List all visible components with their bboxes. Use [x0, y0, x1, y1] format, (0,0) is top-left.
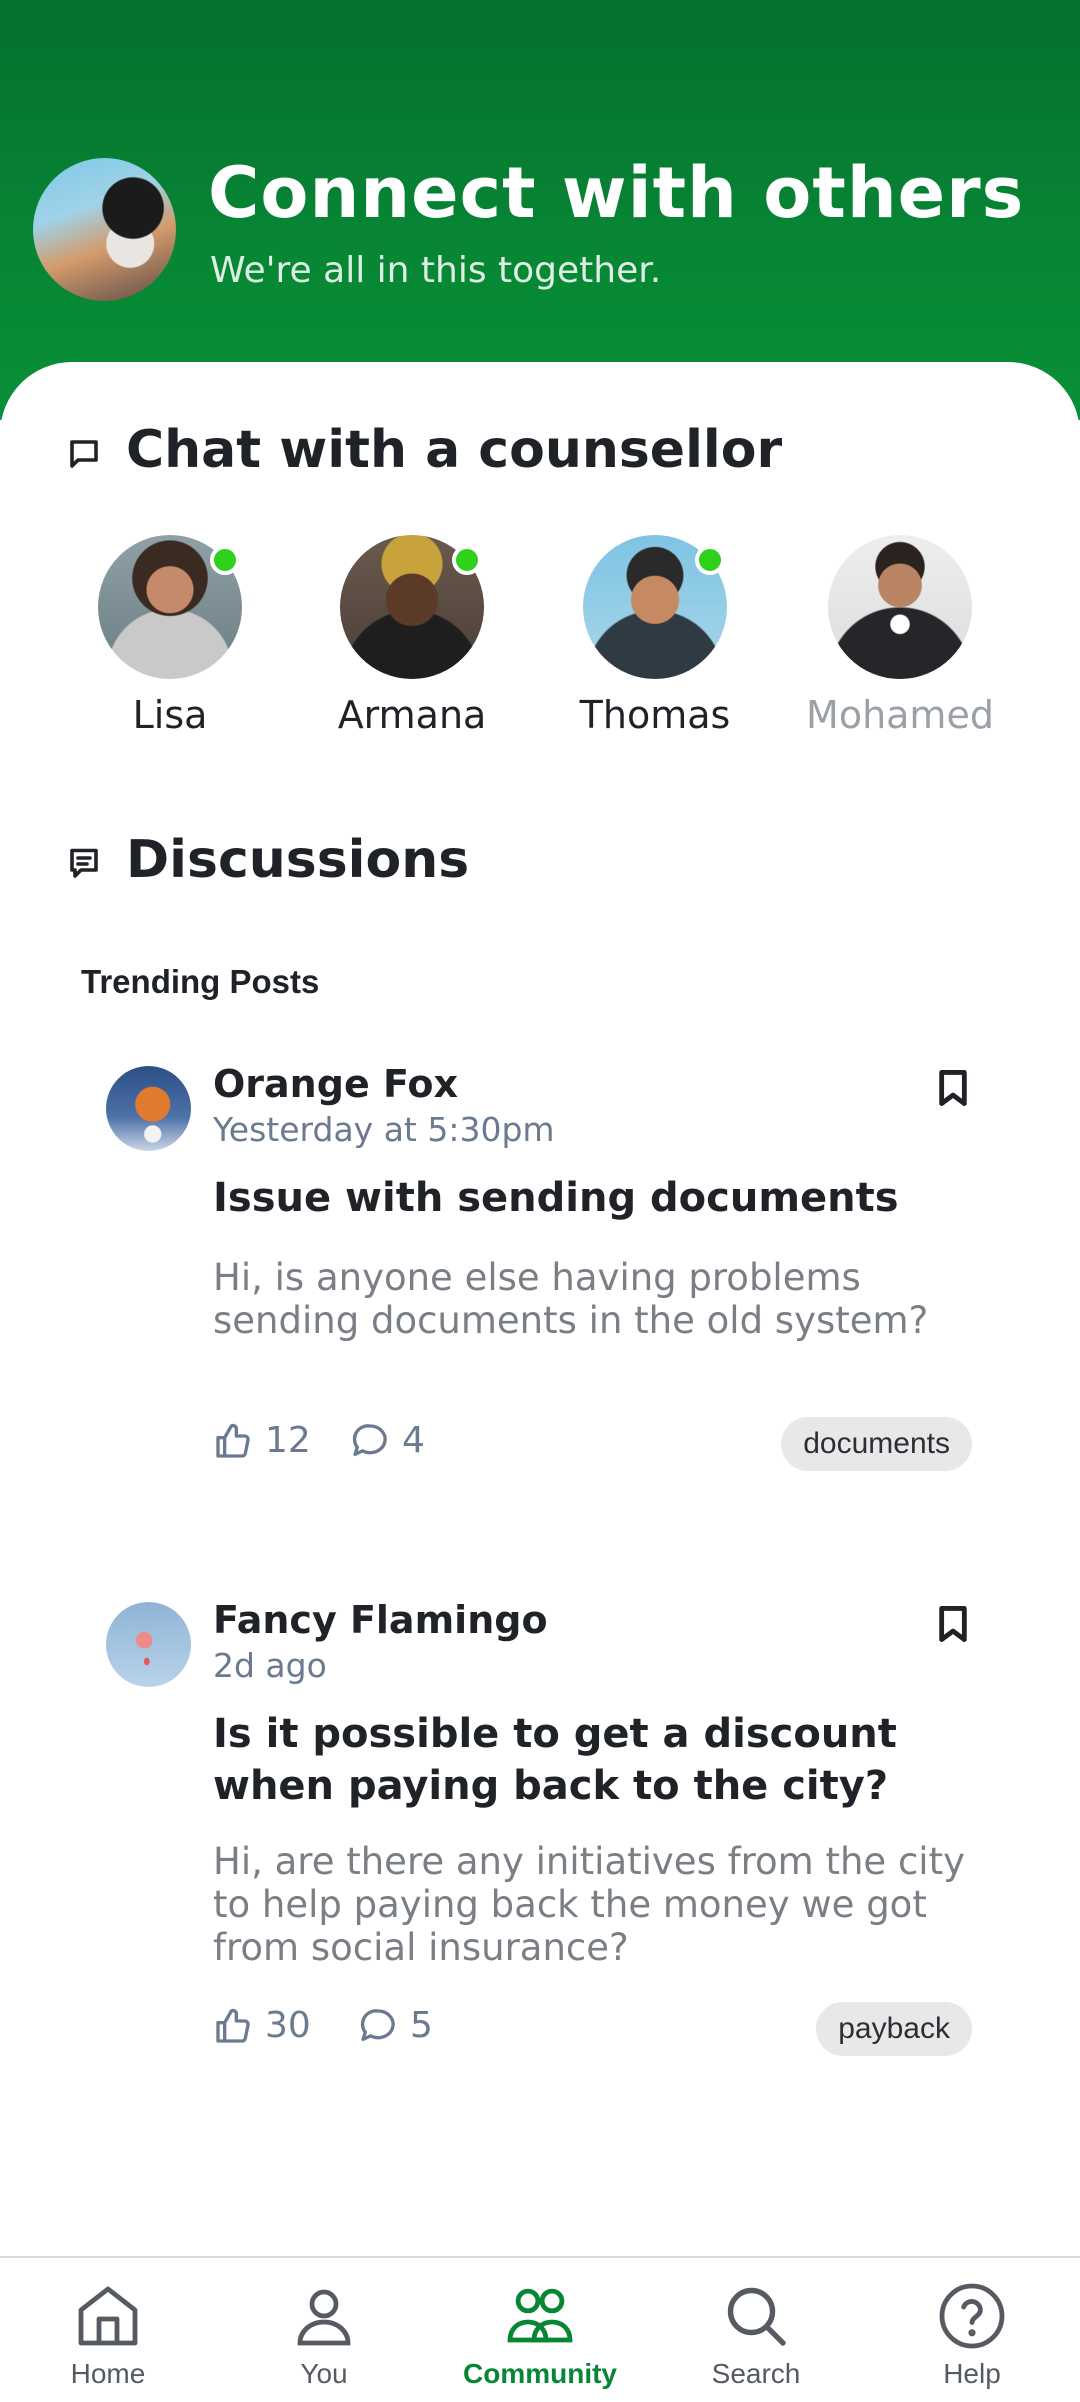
counsellor-thomas[interactable]: Thomas: [555, 535, 755, 737]
nav-you[interactable]: You: [234, 2280, 414, 2390]
counsellor-name: Armana: [337, 693, 487, 737]
like-count: 12: [265, 1420, 311, 1461]
post-body: Hi, are there any initiatives from the c…: [213, 1840, 965, 1969]
post-timestamp: Yesterday at 5:30pm: [213, 1110, 555, 1149]
post-tag[interactable]: documents: [781, 1417, 972, 1471]
counsellor-name: Thomas: [579, 693, 731, 737]
bookmark-icon[interactable]: [936, 1068, 970, 1108]
avatar: [583, 535, 727, 679]
avatar: [828, 535, 972, 679]
like-button[interactable]: 30: [213, 2005, 311, 2046]
page-title: Connect with others: [208, 152, 1025, 234]
post-author[interactable]: Fancy Flamingo: [213, 1598, 548, 1642]
comment-count: 4: [402, 1420, 425, 1461]
online-status-dot: [452, 545, 482, 575]
search-icon: [727, 2287, 786, 2346]
thumbs-up-icon: [216, 1423, 250, 1458]
comment-icon: [360, 2008, 395, 2041]
help-icon: [939, 2283, 1005, 2349]
counsellor-armana[interactable]: Armana: [312, 535, 512, 737]
home-icon: [78, 2286, 138, 2346]
counsellor-name: Lisa: [132, 693, 208, 737]
bottom-navigation: Home You Community Search Help: [0, 2256, 1080, 2402]
nav-label: You: [300, 2358, 348, 2389]
post-title[interactable]: Issue with sending documents: [213, 1172, 993, 1224]
like-count: 30: [265, 2005, 311, 2046]
nav-home[interactable]: Home: [18, 2280, 198, 2390]
counsellor-section-title: Chat with a counsellor: [126, 420, 783, 480]
comment-button[interactable]: 5: [358, 2005, 433, 2046]
like-button[interactable]: 12: [213, 1420, 311, 1461]
nav-label: Community: [463, 2358, 617, 2389]
nav-label: Help: [943, 2358, 1001, 2389]
counsellor-mohamed[interactable]: Mohamed: [800, 535, 1000, 737]
post-title[interactable]: Is it possible to get a discount when pa…: [213, 1708, 993, 1812]
trending-posts-label: Trending Posts: [81, 963, 320, 1000]
community-icon: [507, 2288, 573, 2343]
header-avatar: [33, 158, 176, 301]
nav-community[interactable]: Community: [450, 2280, 630, 2390]
nav-help[interactable]: Help: [882, 2280, 1062, 2390]
nav-search[interactable]: Search: [666, 2280, 846, 2390]
discussions-section-title: Discussions: [126, 830, 470, 890]
post-author[interactable]: Orange Fox: [213, 1062, 458, 1106]
page-subtitle: We're all in this together.: [210, 250, 662, 291]
online-status-dot: [695, 545, 725, 575]
header-banner: Connect with others We're all in this to…: [0, 0, 1080, 420]
comment-button[interactable]: 4: [350, 1420, 425, 1461]
user-icon: [297, 2289, 351, 2346]
avatar[interactable]: [106, 1602, 191, 1687]
nav-label: Search: [711, 2358, 801, 2389]
avatar: [340, 535, 484, 679]
chat-bubble-icon: [70, 440, 98, 468]
comment-icon: [352, 1423, 387, 1456]
post-tag[interactable]: payback: [816, 2002, 972, 2056]
counsellor-name: Mohamed: [806, 693, 994, 737]
bookmark-icon[interactable]: [936, 1604, 970, 1644]
post-body: Hi, is anyone else having problems sendi…: [213, 1256, 929, 1342]
nav-label: Home: [70, 2358, 146, 2389]
avatar: [98, 535, 242, 679]
post-timestamp: 2d ago: [213, 1646, 327, 1685]
online-status-dot: [210, 545, 240, 575]
counsellor-lisa[interactable]: Lisa: [70, 535, 270, 737]
comment-count: 5: [410, 2005, 433, 2046]
thumbs-up-icon: [216, 2008, 250, 2043]
message-square-icon: [70, 848, 98, 878]
avatar[interactable]: [106, 1066, 191, 1151]
